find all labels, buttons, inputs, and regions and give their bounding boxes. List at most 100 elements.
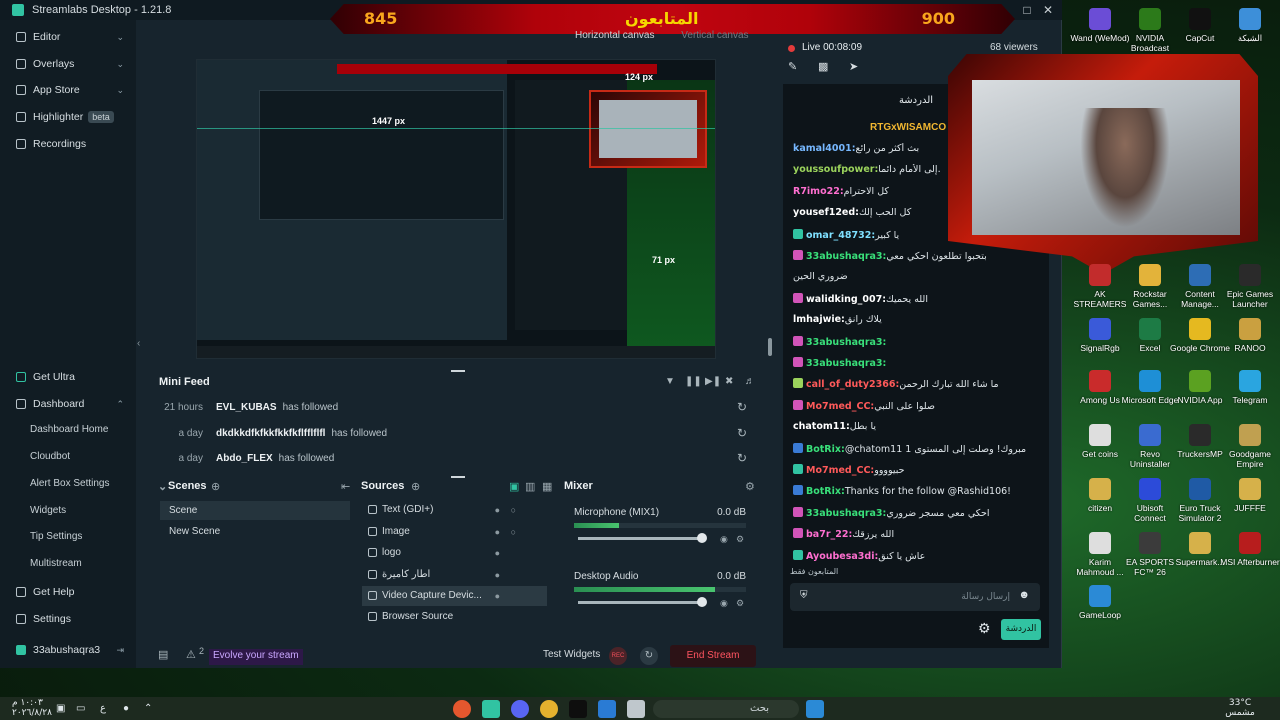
weather-widget[interactable]: 33°C مشمس [1220, 698, 1260, 718]
sidebar-item-get-ultra[interactable]: Get Ultra [0, 366, 136, 388]
language-indicator[interactable]: ع [100, 703, 106, 714]
desktop-icon[interactable]: Telegram [1220, 370, 1280, 405]
source-item[interactable]: logo ● [362, 543, 547, 563]
desktop-icon[interactable]: RANOO [1220, 318, 1280, 353]
sidebar-subitem-alert-box-settings[interactable]: Alert Box Settings [30, 478, 109, 489]
source-item[interactable]: Text (GDI+) ● ○ [362, 500, 547, 520]
window-taskbar-icon[interactable] [627, 700, 645, 718]
chat-username[interactable]: ba7r_22: [806, 529, 852, 540]
mute-alerts-icon[interactable]: ✖ [725, 376, 733, 387]
source-item[interactable]: Image ● ○ [362, 522, 547, 542]
sidebar-item-dashboard[interactable]: Dashboard ⌃ [0, 393, 136, 415]
taskbar-search[interactable]: بحث [653, 700, 799, 718]
channel-settings-icon[interactable]: ⚙ [736, 534, 744, 545]
chat-username[interactable]: Mo7med_CC: [806, 401, 874, 412]
lock-icon[interactable]: ● [495, 586, 500, 606]
chat-username[interactable]: BotRix: [806, 486, 845, 497]
files-taskbar-icon[interactable] [598, 700, 616, 718]
notifications-tray-icon[interactable]: ▣ [56, 703, 65, 714]
chat-send-button[interactable]: الدردشة [1001, 619, 1041, 640]
source-item[interactable]: اطار كاميرة ● [362, 565, 547, 585]
volume-slider[interactable] [578, 601, 704, 604]
logout-icon[interactable]: ⇥ [116, 645, 124, 656]
start-menu-icon[interactable] [806, 700, 824, 718]
scene-transitions-icon[interactable]: ⇤ [341, 480, 350, 493]
stats-icon[interactable]: ▤ [158, 648, 168, 661]
sidebar-user[interactable]: 33abushaqra3 ⇥ [0, 639, 136, 661]
source-settings-icon[interactable]: ▦ [542, 480, 552, 493]
discord-taskbar-icon[interactable] [511, 700, 529, 718]
lock-icon[interactable]: ● [495, 500, 500, 520]
sidebar-item-editor[interactable]: Editor ⌄ [0, 26, 136, 48]
sidebar-item-app-store[interactable]: App Store ⌄ [0, 79, 136, 101]
collapse-icon[interactable]: ⌄ [158, 480, 167, 493]
chat-username[interactable]: walidking_007: [806, 294, 886, 305]
channel-settings-icon[interactable]: ⚙ [736, 598, 744, 609]
sidebar-item-settings[interactable]: Settings [0, 608, 136, 630]
replay-alert-icon[interactable]: ↻ [737, 400, 747, 414]
pause-icon[interactable]: ❚❚ [685, 376, 702, 387]
volume-slider[interactable] [578, 537, 704, 540]
filter-icon[interactable]: ▼ [665, 376, 675, 387]
chat-username[interactable]: chatom11: [793, 421, 850, 432]
sidebar-subitem-dashboard-home[interactable]: Dashboard Home [30, 424, 108, 435]
tab-vertical-canvas[interactable]: Vertical canvas [681, 30, 748, 41]
chrome-taskbar-icon[interactable] [453, 700, 471, 718]
desktop-icon[interactable]: الشبكة [1220, 8, 1280, 43]
chat-username[interactable]: omar_48732: [806, 230, 875, 241]
source-item[interactable]: Browser Source [362, 607, 547, 627]
stream-tools-icon[interactable]: ▩ [818, 60, 828, 73]
collapse-sidebar-icon[interactable]: ‹ [137, 338, 140, 349]
desktop-icon[interactable]: GameLoop [1070, 585, 1130, 620]
microphone-tray-icon[interactable]: ● [123, 703, 129, 714]
chat-input[interactable] [830, 589, 1010, 605]
emoji-icon[interactable]: ☻ [1018, 589, 1030, 601]
chat-username[interactable]: youssoufpower: [793, 164, 878, 175]
eye-hidden-icon[interactable]: ○ [511, 500, 516, 520]
shield-icon[interactable]: ⛨ [800, 590, 808, 601]
streamlabs-taskbar-icon[interactable] [482, 700, 500, 718]
scrollbar[interactable] [768, 338, 772, 356]
close-button[interactable]: ✕ [1036, 0, 1060, 20]
sidebar-subitem-cloudbot[interactable]: Cloudbot [30, 451, 70, 462]
chat-username[interactable]: yousef12ed: [793, 207, 859, 218]
chrome-profile-taskbar-icon[interactable] [540, 700, 558, 718]
chat-username[interactable]: BotRix: [806, 444, 845, 455]
lock-icon[interactable]: ● [495, 543, 500, 563]
tray-overflow-icon[interactable]: ⌃ [144, 703, 152, 714]
sidebar-subitem-widgets[interactable]: Widgets [30, 505, 66, 516]
mute-icon[interactable]: ◉ [720, 598, 728, 609]
scene-item[interactable]: New Scene [160, 522, 350, 541]
skip-icon[interactable]: ▶❚ [705, 376, 721, 387]
chat-username[interactable]: Ayoubesa3di: [806, 551, 878, 562]
record-button[interactable]: REC [609, 647, 627, 665]
chat-username[interactable]: 33abushaqra3: [806, 508, 886, 519]
sidebar-item-recordings[interactable]: Recordings [0, 133, 136, 155]
app-taskbar-icon[interactable] [569, 700, 587, 718]
desktop-icon[interactable]: JUFFFE [1220, 478, 1280, 513]
add-scene-icon[interactable]: ⊕ [211, 480, 220, 493]
sidebar-subitem-tip-settings[interactable]: Tip Settings [30, 531, 82, 542]
scene-item[interactable]: Scene [160, 501, 350, 520]
sidebar-item-get-help[interactable]: Get Help [0, 581, 136, 603]
desktop-icon[interactable]: Epic Games Launcher [1220, 264, 1280, 309]
display-tray-icon[interactable]: ▭ [76, 703, 85, 714]
sidebar-subitem-multistream[interactable]: Multistream [30, 558, 82, 569]
volume-slider-handle[interactable] [697, 533, 707, 543]
tab-horizontal-canvas[interactable]: Horizontal canvas [575, 30, 654, 41]
chat-settings-icon[interactable]: ⚙ [978, 620, 991, 637]
chat-username[interactable]: 33abushaqra3: [806, 358, 886, 369]
notifications-icon[interactable]: ⚠ [186, 648, 196, 661]
source-group-icon[interactable]: ▥ [525, 480, 535, 493]
volume-icon[interactable]: ♬ [745, 376, 755, 387]
stream-preview[interactable]: 1447 px 124 px 71 px [196, 59, 716, 359]
share-icon[interactable]: ➤ [849, 60, 858, 73]
replay-alert-icon[interactable]: ↻ [737, 451, 747, 465]
chat-username[interactable]: 33abushaqra3: [806, 251, 886, 262]
mixer-settings-icon[interactable]: ⚙ [745, 480, 755, 493]
end-stream-button[interactable]: End Stream [670, 645, 756, 667]
mute-icon[interactable]: ◉ [720, 534, 728, 545]
chat-username[interactable]: kamal4001: [793, 143, 856, 154]
replay-buffer-button[interactable]: ↻ [640, 647, 658, 665]
source-item[interactable]: Video Capture Devic... ● [362, 586, 547, 606]
